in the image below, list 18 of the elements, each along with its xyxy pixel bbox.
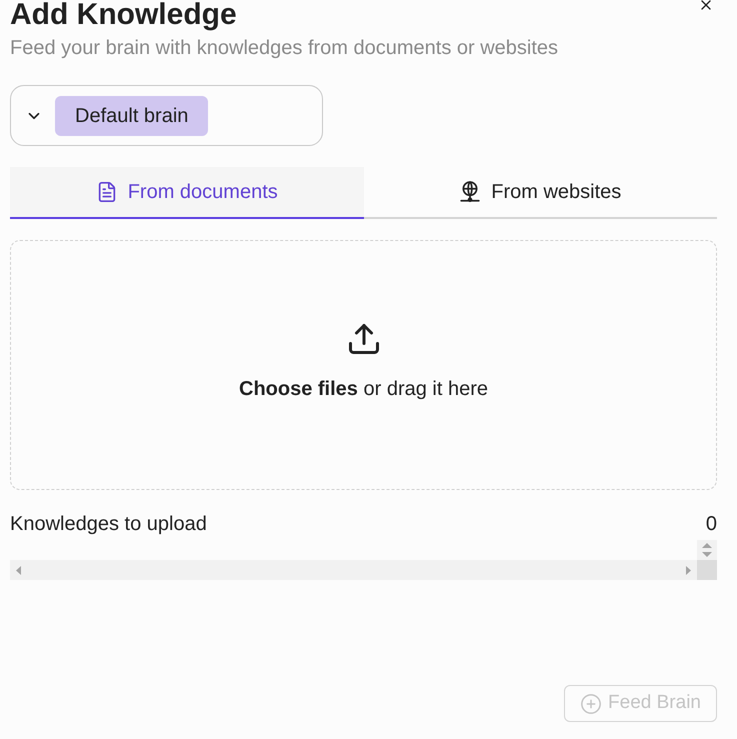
- brain-chip: Default brain: [55, 96, 208, 136]
- left-arrow-icon: [16, 566, 21, 574]
- globe-icon: [459, 181, 482, 203]
- dialog-subtitle: Feed your brain with knowledges from documents or websites: [10, 36, 560, 60]
- brain-select[interactable]: Default brain: [10, 85, 323, 146]
- tab[interactable]: From documents: [10, 167, 364, 219]
- right-arrow-icon: [686, 566, 691, 574]
- dropzone-text: Choose files or drag it here: [239, 377, 488, 401]
- scrollbar-corner: [697, 560, 717, 580]
- plus-circle-icon: [580, 692, 602, 714]
- upload-count: 0: [706, 512, 717, 536]
- scroll-arrows-icon: [702, 543, 712, 557]
- file-dropzone[interactable]: Choose files or drag it here: [10, 240, 717, 490]
- dialog-title: Add Knowledge: [10, 0, 237, 30]
- tab[interactable]: From websites: [364, 167, 717, 219]
- upload-list-label: Knowledges to upload: [10, 512, 207, 536]
- horizontal-scrollbar[interactable]: [10, 560, 697, 580]
- vertical-scrollbar[interactable]: [697, 540, 717, 560]
